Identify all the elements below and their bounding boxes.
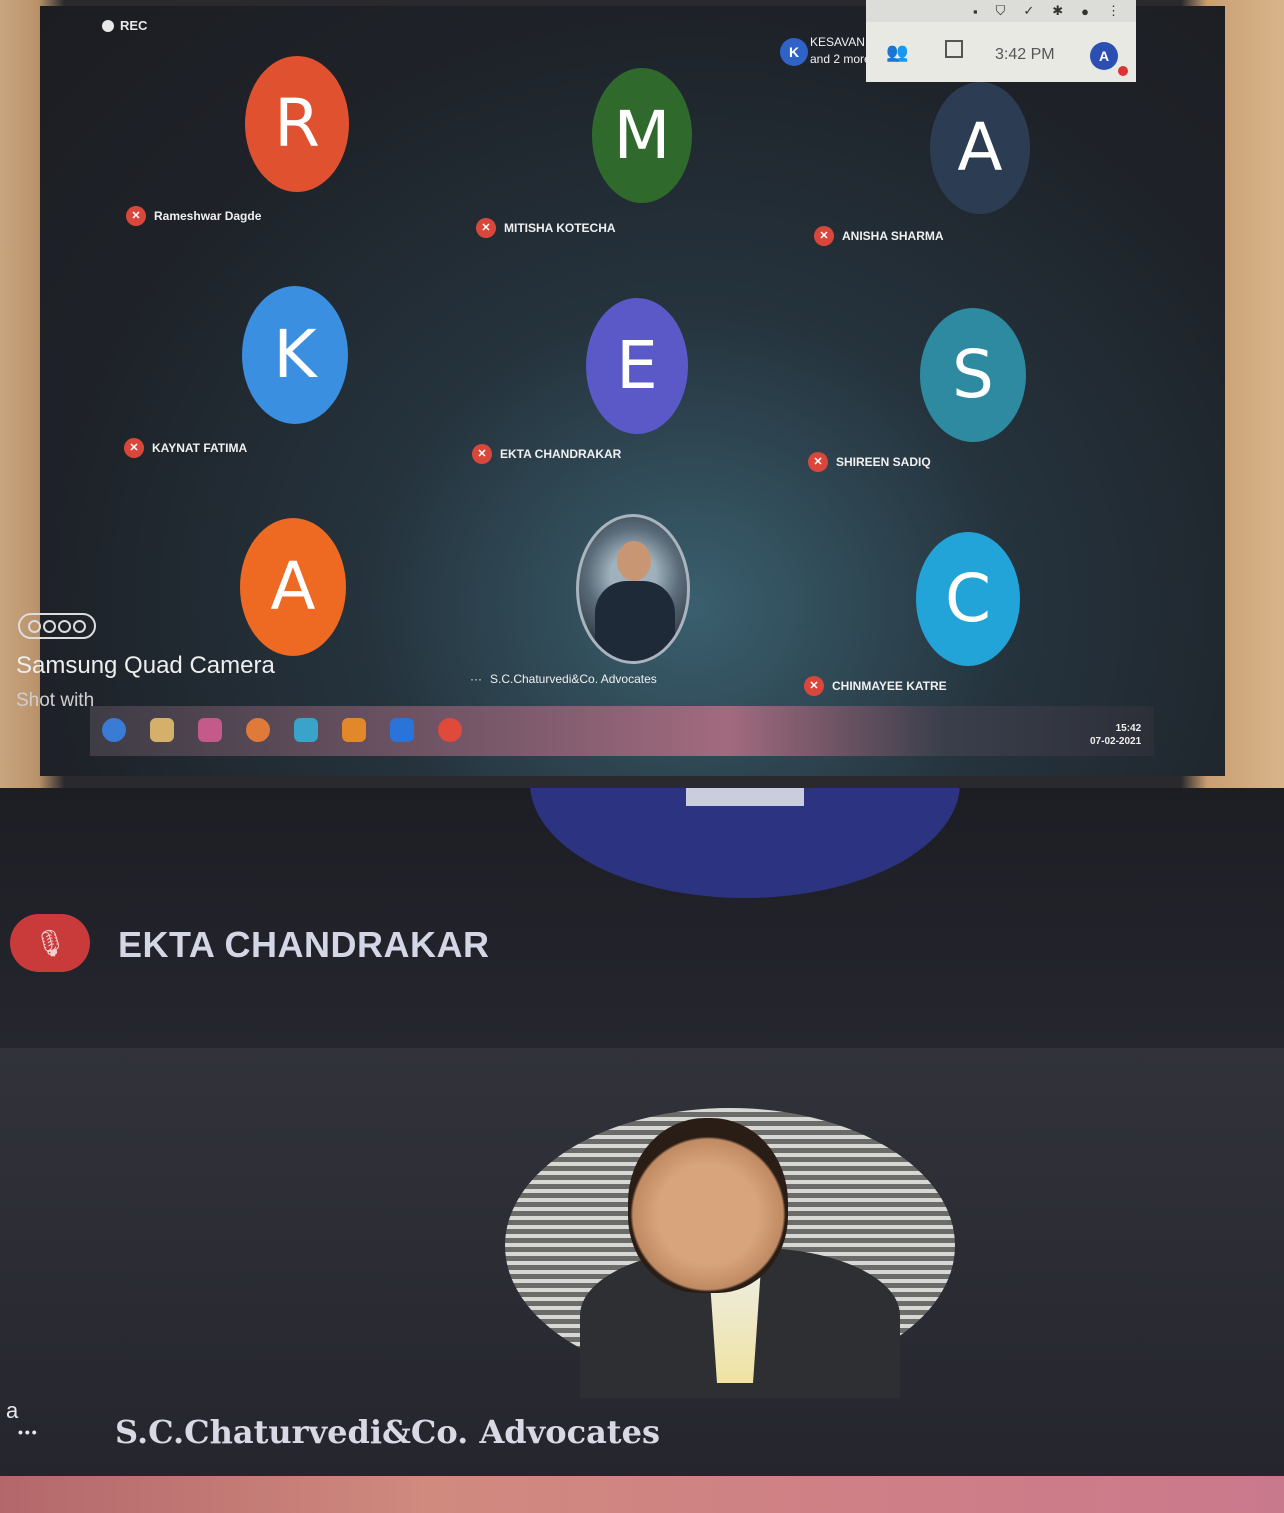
participant-avatar: K	[242, 286, 348, 424]
participant-name: ✕ ANISHA SHARMA	[814, 226, 944, 246]
present-screen-icon[interactable]	[945, 40, 963, 58]
host-avatar[interactable]: K	[780, 38, 808, 66]
browser-toolbar: ▪ ⛉ ✓ ✱ ● ⋮	[866, 0, 1136, 22]
participant-name: ··· S.C.Chaturvedi&Co. Advocates	[470, 672, 657, 686]
speaker-name: EKTA CHANDRAKAR	[118, 924, 490, 965]
recording-indicator: REC	[102, 18, 147, 33]
mic-off-icon: ✕	[814, 226, 834, 246]
mic-off-icon: ✕	[472, 444, 492, 464]
menu-icon[interactable]: ⋮	[1107, 3, 1120, 19]
record-dot-icon	[102, 19, 114, 32]
presenter-name: S.C.Chaturvedi&Co. Advocates	[115, 1413, 660, 1451]
participant-avatar: M	[592, 68, 692, 203]
participant-name: ✕ CHINMAYEE KATRE	[804, 676, 947, 696]
participant-name: ✕ SHIREEN SADIQ	[808, 452, 931, 472]
check-icon[interactable]: ✓	[1023, 3, 1034, 19]
folder-icon[interactable]	[150, 718, 174, 742]
meeting-time: 3:42 PM	[995, 46, 1055, 63]
app-icon[interactable]	[198, 718, 222, 742]
top-photo: REC K KESAVAN R and 2 more R ✕ Rameshwar…	[0, 0, 1284, 788]
start-icon[interactable]	[102, 718, 126, 742]
participant-avatar: E	[586, 298, 688, 434]
participant-name: ✕ MITISHA KOTECHA	[476, 218, 616, 238]
profile-icon[interactable]: ●	[1081, 4, 1089, 19]
participant-avatar: R	[245, 56, 349, 192]
minimize-icon[interactable]: ▪	[973, 4, 978, 19]
participant-name: ✕ EKTA CHANDRAKAR	[472, 444, 621, 464]
bottom-photo: 🎙 EKTA CHANDRAKAR a ••• S.C.Chaturvedi&C…	[0, 788, 1284, 1513]
more-dots-icon[interactable]: •••	[18, 1424, 39, 1440]
chrome-icon[interactable]	[438, 718, 462, 742]
bottom-strip	[0, 1476, 1284, 1513]
mic-off-icon: ✕	[476, 218, 496, 238]
presenter-face	[628, 1118, 788, 1293]
participant-avatar: C	[916, 532, 1020, 666]
participant-name: ✕ Rameshwar Dagde	[126, 206, 261, 226]
mic-off-icon: 🎙	[10, 914, 90, 972]
notification-dot	[1118, 66, 1128, 76]
app-icon[interactable]	[390, 718, 414, 742]
people-icon[interactable]: 👥	[886, 42, 908, 63]
system-clock[interactable]: 15:42 07-02-2021	[1090, 722, 1141, 748]
participant-avatar: A	[930, 82, 1030, 214]
browser-icon[interactable]	[246, 718, 270, 742]
mic-off-icon: ✕	[804, 676, 824, 696]
mic-off-icon: ✕	[124, 438, 144, 458]
extension-icon[interactable]: ✱	[1052, 3, 1063, 19]
shield-icon[interactable]: ⛉	[996, 3, 1006, 19]
participant-avatar: A	[240, 518, 346, 656]
camera-logo-icon	[18, 613, 96, 639]
app-icon[interactable]	[294, 718, 318, 742]
participant-avatar: S	[920, 308, 1026, 442]
watermark-title: Samsung Quad Camera	[16, 652, 275, 679]
avatar-label-bar	[686, 788, 804, 806]
mic-off-icon: ✕	[126, 206, 146, 226]
presenter-photo-avatar	[576, 514, 690, 664]
participant-name: ✕ KAYNAT FATIMA	[124, 438, 247, 458]
self-avatar[interactable]: A	[1090, 42, 1118, 70]
watermark-subtitle: Shot with	[16, 690, 95, 711]
more-dots-icon: ···	[470, 672, 482, 686]
side-letter: a	[6, 1398, 19, 1423]
os-taskbar	[90, 706, 1154, 756]
rec-label: REC	[120, 18, 148, 33]
vlc-icon[interactable]	[342, 718, 366, 742]
mic-off-icon: ✕	[808, 452, 828, 472]
